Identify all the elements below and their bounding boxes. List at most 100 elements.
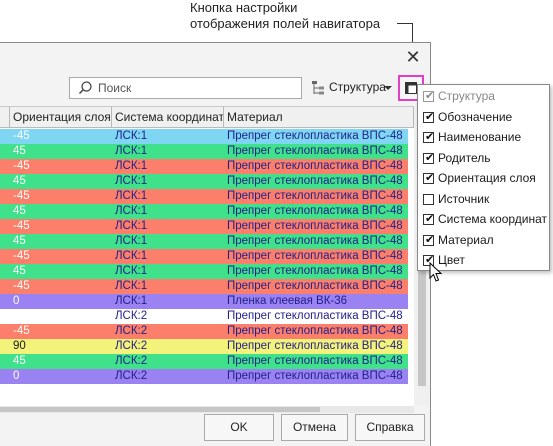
cell-orientation: 45: [13, 145, 26, 157]
cell-coordinate-system: ЛСК:2: [115, 340, 148, 352]
checkbox[interactable]: ✔: [423, 172, 435, 184]
cell-orientation: -45: [13, 280, 30, 292]
cell-orientation: -45: [13, 325, 30, 337]
cell-material: Препрег стеклопластика ВПС-48: [227, 220, 403, 232]
horizontal-scrollbar-thumb[interactable]: [0, 407, 320, 412]
checkmark-icon: ✔: [425, 233, 435, 246]
checkmark-icon: ✔: [425, 172, 435, 184]
menu-item-field-toggle[interactable]: ✔ Наименование: [418, 128, 549, 148]
cell-coordinate-system: ЛСК:2: [115, 355, 148, 367]
table-row[interactable]: 0 ЛСК:2 Препрег стеклопластика ВПС-48: [0, 369, 408, 384]
table-row[interactable]: -45 ЛСК:1 Препрег стеклопластика ВПС-48: [0, 219, 408, 234]
table-row[interactable]: 45 ЛСК:1 Препрег стеклопластика ВПС-48: [0, 234, 408, 249]
callout-text-line2: отображения полей навигатора: [190, 16, 381, 31]
structure-tree-icon: [312, 81, 324, 95]
menu-item-field-toggle[interactable]: ✔ Система координат: [418, 210, 549, 230]
table-row[interactable]: ЛСК:2 Препрег стеклопластика ВПС-48: [0, 309, 408, 324]
checkbox[interactable]: ✔: [423, 111, 434, 123]
checkmark-icon: ✔: [425, 131, 435, 143]
column-header-orientation[interactable]: Ориентация слоя: [10, 107, 112, 128]
cell-coordinate-system: ЛСК:1: [115, 250, 148, 262]
table-row[interactable]: 90 ЛСК:2 Препрег стеклопластика ВПС-48: [0, 339, 408, 354]
field-visibility-menu: ✔ Структура ✔ Обозначение ✔ Наименование ✔ Роди…: [417, 84, 550, 271]
cell-coordinate-system: ЛСК:1: [115, 205, 148, 217]
cell-material: Препрег стеклопластика ВПС-48: [227, 310, 403, 322]
table-row[interactable]: -45 ЛСК:1 Препрег стеклопластика ВПС-48: [0, 129, 408, 144]
cell-material: Препрег стеклопластика ВПС-48: [227, 205, 403, 217]
cancel-button[interactable]: Отмена: [281, 414, 348, 441]
cell-coordinate-system: ЛСК:1: [115, 295, 148, 307]
cell-coordinate-system: ЛСК:1: [115, 235, 148, 247]
menu-item-label: Обозначение: [438, 109, 513, 124]
cell-coordinate-system: ЛСК:1: [115, 280, 148, 292]
checkmark-icon: ✔: [425, 151, 435, 164]
column-header-coordinate-system[interactable]: Система координат: [112, 107, 224, 128]
table-row[interactable]: -45 ЛСК:1 Препрег стеклопластика ВПС-48: [0, 249, 408, 264]
table-row[interactable]: -45 ЛСК:1 Препрег стеклопластика ВПС-48: [0, 189, 408, 204]
menu-item-label: Родитель: [438, 150, 491, 165]
columns-settings-icon: [405, 82, 417, 94]
checkmark-icon: ✔: [425, 213, 435, 225]
cell-coordinate-system: ЛСК:1: [115, 265, 148, 277]
checkmark-icon: ✔: [425, 90, 435, 102]
cell-coordinate-system: ЛСК:1: [115, 145, 148, 157]
menu-item-field-toggle: ✔ Структура: [418, 87, 549, 107]
navigator-grid: Ориентация слоя Система координат Матери…: [0, 106, 414, 406]
column-header-hidden[interactable]: [0, 107, 10, 128]
table-row[interactable]: -45 ЛСК:1 Препрег стеклопластика ВПС-48: [0, 159, 408, 174]
cell-coordinate-system: ЛСК:1: [115, 190, 148, 202]
menu-item-field-toggle[interactable]: Источник: [418, 190, 549, 210]
cell-orientation: 90: [13, 340, 26, 352]
table-row[interactable]: -45 ЛСК:2 Препрег стеклопластика ВПС-48: [0, 324, 408, 339]
cell-orientation: -45: [13, 220, 30, 232]
column-header-material[interactable]: Материал: [224, 107, 414, 128]
cell-coordinate-system: ЛСК:1: [115, 130, 148, 142]
chevron-down-icon: [384, 86, 392, 90]
structure-dropdown-label: Структура: [329, 80, 386, 94]
table-row[interactable]: 45 ЛСК:1 Препрег стеклопластика ВПС-48: [0, 174, 408, 189]
cell-orientation: -45: [13, 250, 30, 262]
checkbox[interactable]: ✔: [423, 131, 435, 143]
cell-orientation: 45: [13, 265, 26, 277]
checkbox[interactable]: [423, 193, 434, 205]
menu-item-field-toggle[interactable]: ✔ Родитель: [418, 149, 549, 169]
cell-orientation: -45: [13, 160, 30, 172]
cell-coordinate-system: ЛСК:1: [115, 160, 148, 172]
cell-material: Препрег стеклопластика ВПС-48: [227, 145, 403, 157]
cell-coordinate-system: ЛСК:1: [115, 175, 148, 187]
cell-material: Препрег стеклопластика ВПС-48: [227, 190, 403, 202]
table-row[interactable]: 0 ЛСК:1 Пленка клеевая ВК-36: [0, 294, 408, 309]
mouse-cursor-icon: [429, 262, 443, 282]
cell-material: Препрег стеклопластика ВПС-48: [227, 235, 403, 247]
menu-item-field-toggle[interactable]: ✔ Ориентация слоя: [418, 169, 549, 189]
cell-material: Препрег стеклопластика ВПС-48: [227, 175, 403, 187]
table-row[interactable]: 45 ЛСК:2 Препрег стеклопластика ВПС-48: [0, 354, 408, 369]
table-row[interactable]: -45 ЛСК:1 Препрег стеклопластика ВПС-48: [0, 279, 408, 294]
checkbox[interactable]: ✔: [423, 151, 435, 164]
search-box[interactable]: [69, 77, 302, 99]
cell-orientation: 0: [13, 295, 20, 307]
help-button[interactable]: Справка: [355, 414, 425, 441]
structure-dropdown[interactable]: Структура: [309, 77, 395, 99]
menu-item-field-toggle[interactable]: ✔ Материал: [418, 231, 549, 251]
cell-material: Препрег стеклопластика ВПС-48: [227, 250, 403, 262]
menu-item-field-toggle[interactable]: ✔ Обозначение: [418, 108, 549, 128]
table-row[interactable]: 45 ЛСК:1 Препрег стеклопластика ВПС-48: [0, 264, 408, 279]
checkbox[interactable]: ✔: [423, 233, 435, 246]
menu-item-label: Источник: [438, 191, 490, 206]
ok-button[interactable]: OK: [204, 414, 274, 441]
cell-orientation: 45: [13, 355, 26, 367]
table-row[interactable]: 45 ЛСК:1 Препрег стеклопластика ВПС-48: [0, 144, 408, 159]
cell-material: Препрег стеклопластика ВПС-48: [227, 355, 403, 367]
cell-material: Препрег стеклопластика ВПС-48: [227, 265, 403, 277]
callout-text-line1: Кнопка настройки: [190, 0, 298, 15]
search-input[interactable]: [98, 78, 298, 98]
cell-coordinate-system: ЛСК:2: [115, 370, 148, 382]
table-row[interactable]: 45 ЛСК:1 Препрег стеклопластика ВПС-48: [0, 204, 408, 219]
cell-material: Препрег стеклопластика ВПС-48: [227, 370, 403, 382]
close-button[interactable]: ✕: [402, 47, 424, 69]
callout-annotation: Кнопка настройки отображения полей навиг…: [190, 0, 430, 32]
cell-orientation: 45: [13, 175, 26, 187]
checkbox[interactable]: ✔: [423, 213, 435, 225]
horizontal-scrollbar[interactable]: [0, 406, 414, 413]
